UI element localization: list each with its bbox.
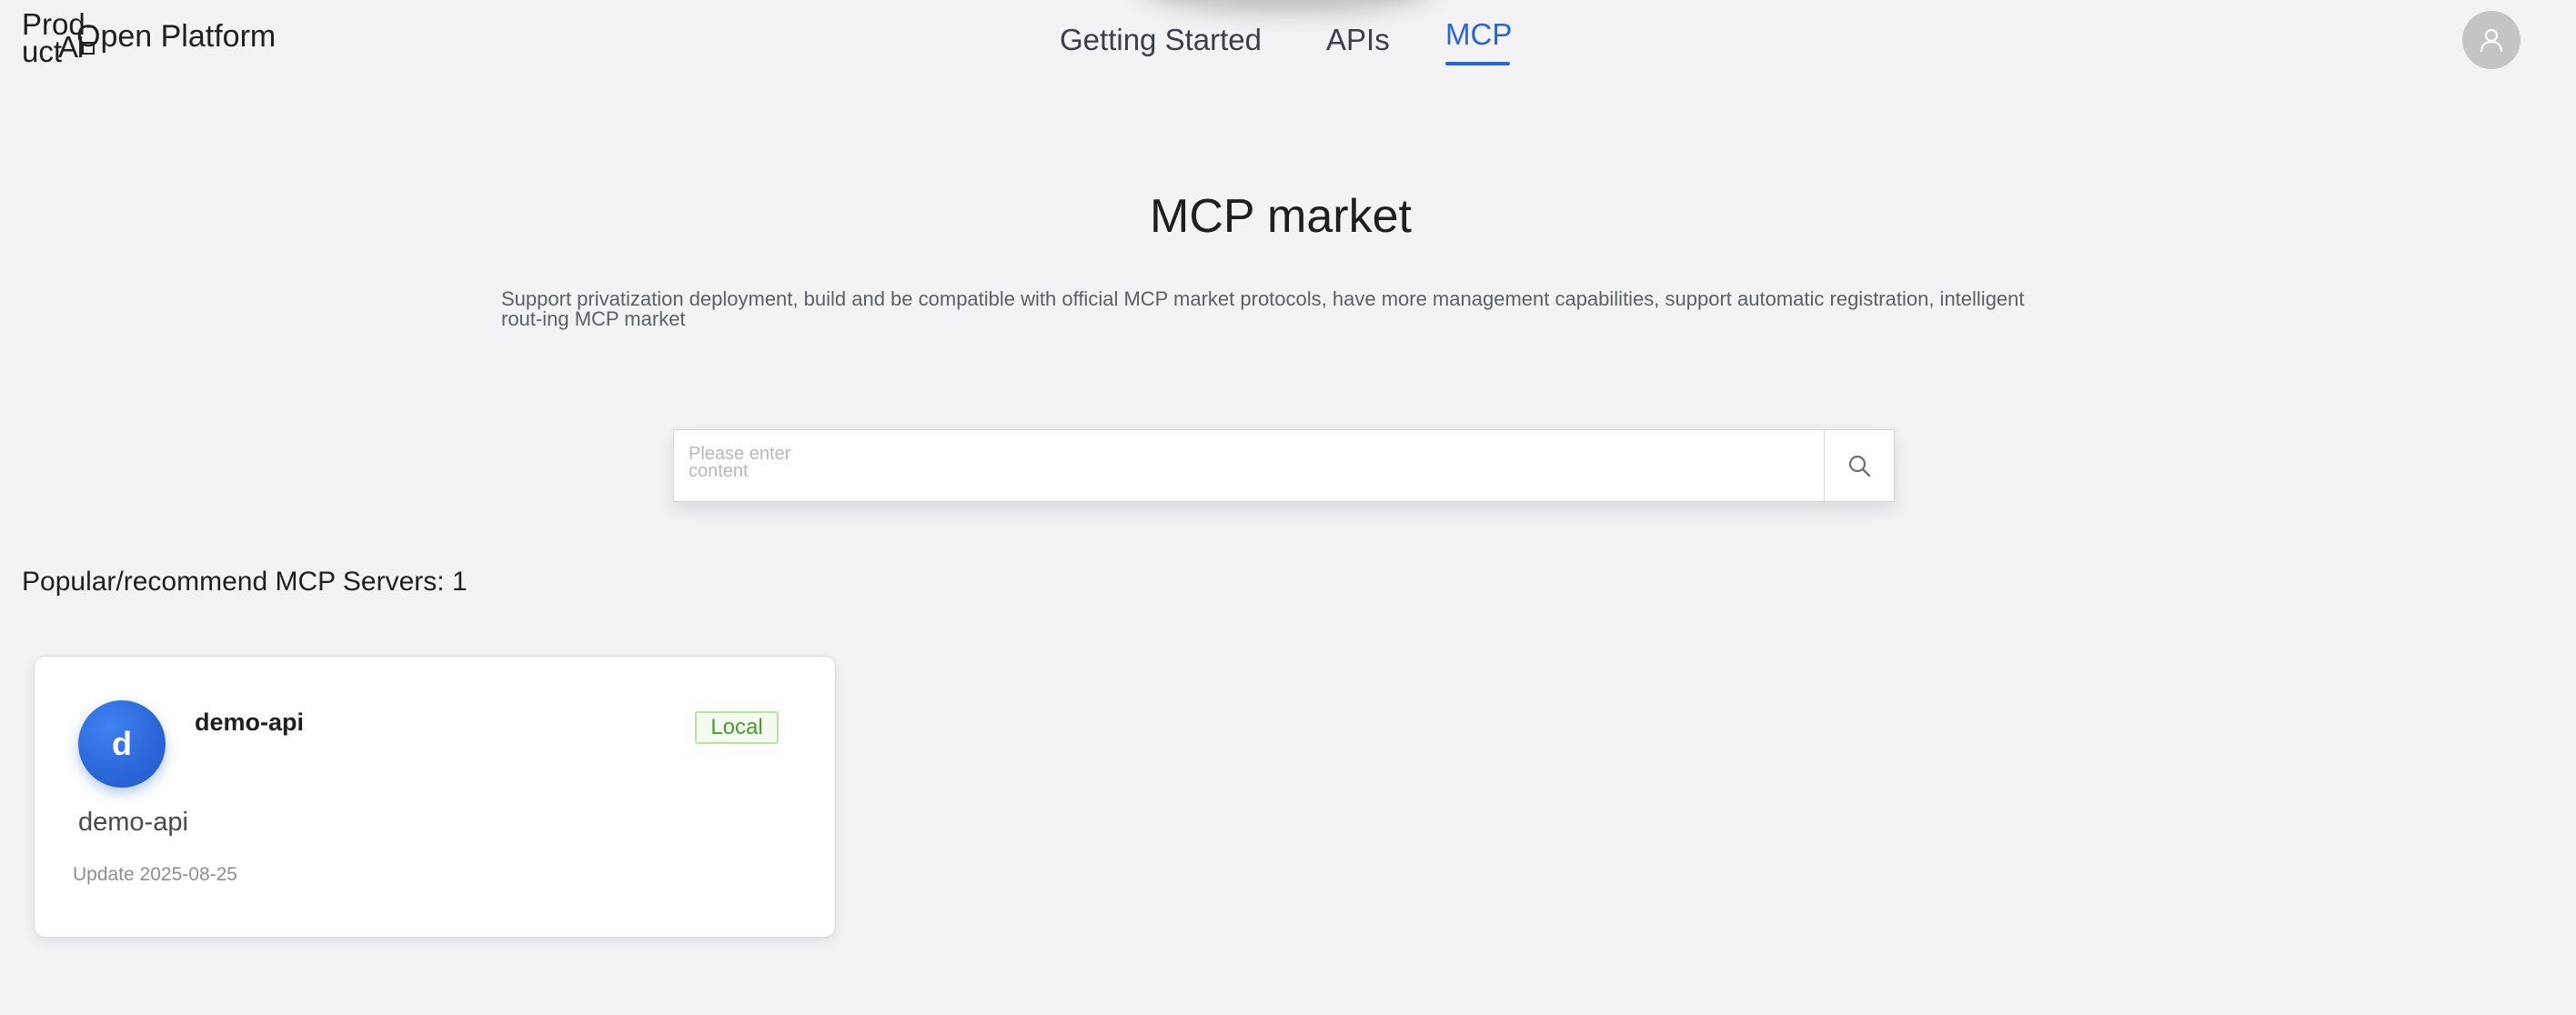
server-card[interactable]: d demo-api Local demo-api Update 2025-08… <box>34 656 836 938</box>
server-description: demo-api <box>78 808 188 837</box>
page: Prod-uct AI Open Platform Getting Starte… <box>0 0 2576 1015</box>
user-avatar[interactable] <box>2462 11 2521 69</box>
page-description: Support privatization deployment, build … <box>501 287 2025 330</box>
server-avatar: d <box>78 700 166 788</box>
server-type-badge: Local <box>695 711 779 744</box>
search-bar: Please enter content <box>673 429 1895 502</box>
user-icon <box>2480 28 2503 53</box>
search-icon <box>1848 455 1871 477</box>
nav-item-apis[interactable]: APIs <box>1326 22 1390 58</box>
search-button[interactable] <box>1824 430 1894 501</box>
search-input[interactable] <box>674 430 1824 501</box>
nav-item-getting-started[interactable]: Getting Started <box>1060 22 1262 58</box>
nav-item-mcp[interactable]: MCP <box>1445 16 1512 53</box>
section-heading: Popular/recommend MCP Servers: 1 <box>22 567 468 597</box>
brand[interactable]: Prod-uct AI Open Platform <box>22 7 295 71</box>
server-name: demo-api <box>195 708 305 736</box>
page-title: MCP market <box>1150 190 1412 243</box>
server-update-date: Update 2025-08-25 <box>73 864 237 885</box>
brand-title: Open Platform <box>76 19 277 54</box>
nav-active-indicator <box>1445 62 1510 65</box>
top-header: Prod-uct AI Open Platform Getting Starte… <box>0 0 2576 91</box>
search-placeholder-text: Please enter content <box>689 444 791 481</box>
